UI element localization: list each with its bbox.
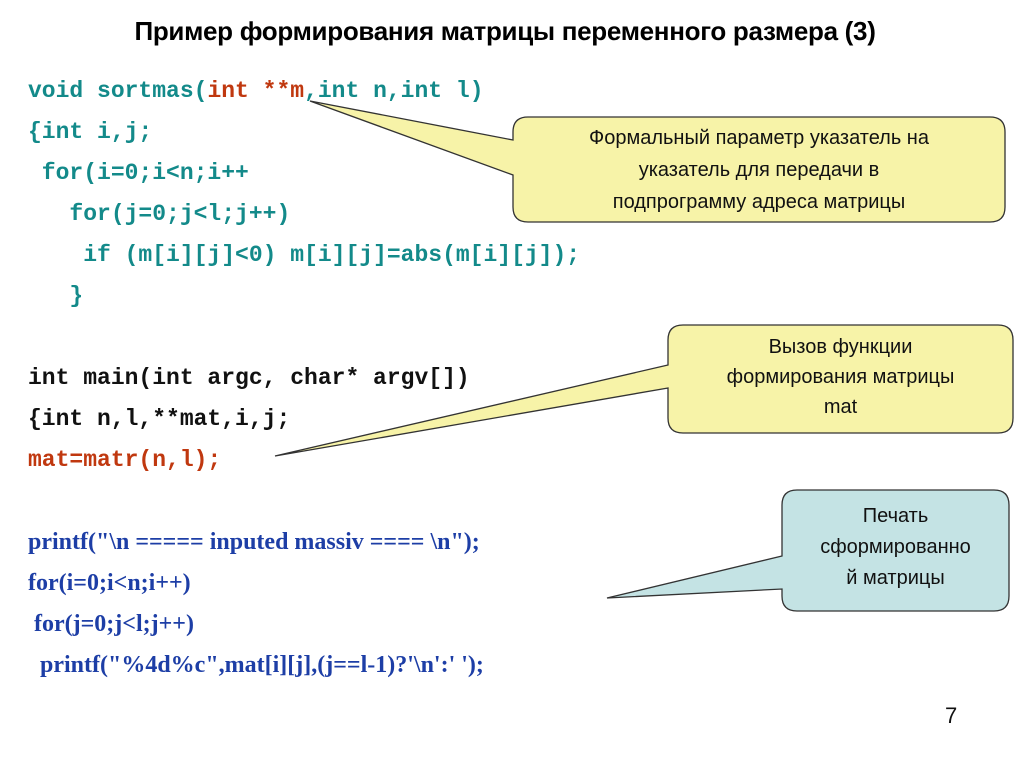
code-line: for(i=0;i<n;i++ [28,160,249,186]
callout-text-line: Вызов функции [768,336,913,358]
code-params-rest: ,int n,int l) [304,78,484,104]
page-number: 7 [945,703,958,728]
slide: Пример формирования матрицы переменного … [0,0,1024,767]
code-matr-call: mat=matr(n,l); [28,447,222,473]
callout-text-line: формирования матрицы [726,366,955,388]
code-line: if (m[i][j]<0) m[i][j]=abs(m[i][j]); [28,242,581,268]
code-line: {int n,l,**mat,i,j; [28,406,291,432]
callout-text-line: указатель для передачи в [638,159,880,181]
callout-text-line: mat [823,396,858,418]
code-param-highlight: int **m [207,78,305,104]
code-keyword-void: void sortmas( [28,78,208,104]
code-line: for(j=0;j<l;j++) [28,201,291,227]
code-line: int main(int argc, char* argv[]) [28,365,470,391]
code-line: for(i=0;i<n;i++) [28,570,191,596]
callout-text-line: й матрицы [846,567,945,589]
callout-func-call: Вызов функции формирования матрицы mat [668,332,1013,422]
code-line: printf("\n ===== inputed massiv ==== \n"… [28,529,480,555]
code-line: } [28,283,84,309]
code-sortmas-signature: void sortmas(int **m,int n,int l) [28,77,484,105]
callout-text-line: Формальный параметр указатель на [589,127,929,149]
code-line: {int i,j; [28,119,153,145]
code-line: printf("%4d%c",mat[i][j],(j==l-1)?'\n':'… [28,652,484,678]
code-line: for(j=0;j<l;j++) [28,611,194,637]
callout-print-matrix: Печать сформированно й матрицы [782,501,1009,594]
callout-formal-param: Формальный параметр указатель на указате… [513,122,1005,218]
callout-text-line: подпрограмму адреса матрицы [612,191,906,213]
callout-text-line: сформированно [820,536,971,558]
callout-text-line: Печать [862,505,929,527]
